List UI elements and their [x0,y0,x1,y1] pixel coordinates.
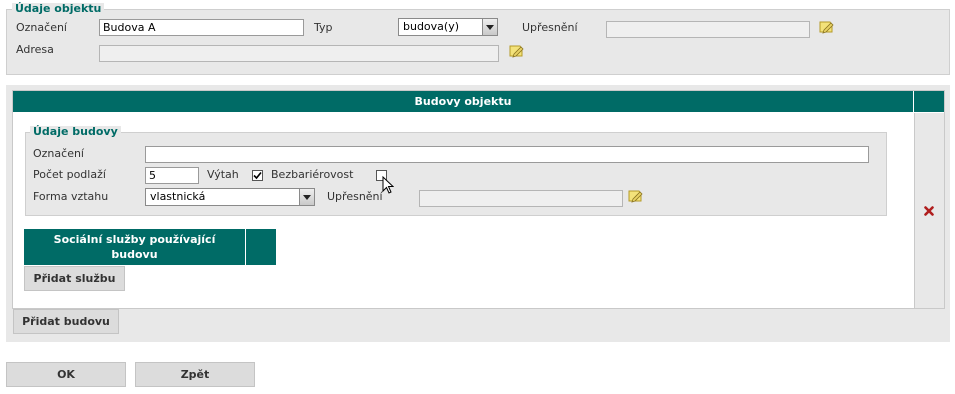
typ-select[interactable]: budova(y) [398,18,498,36]
pridat-budovu-button[interactable]: Přidat budovu [13,309,119,334]
adresa-label: Adresa [16,43,54,56]
chevron-down-icon[interactable] [299,189,314,205]
mouse-cursor-icon [382,176,394,194]
budovy-header-action-cell [914,91,944,112]
pocet-podlazi-input[interactable] [145,167,199,184]
vytah-checkbox[interactable] [252,170,263,181]
vytah-label: Výtah [207,168,239,181]
chevron-down-icon[interactable] [482,19,497,35]
oznaceni-input[interactable] [99,19,304,36]
forma-vztahu-selected-value: vlastnická [150,190,206,203]
upresneni-input[interactable] [606,21,810,38]
budova-oznaceni-label: Označení [33,147,84,160]
pocet-podlazi-label: Počet podlaží [33,168,106,181]
socialni-sluzby-title: Sociální služby používající budovu [53,233,216,261]
checkmark-icon [253,171,262,180]
budova-oznaceni-input[interactable] [145,146,869,163]
budova-upresneni-label: Upřesnění [327,190,383,203]
forma-vztahu-select[interactable]: vlastnická [145,188,315,206]
budovy-objektu-header: Budovy objektu [13,91,913,112]
ok-button[interactable]: OK [6,362,126,387]
note-edit-icon[interactable] [508,44,524,58]
zpet-button[interactable]: Zpět [135,362,255,387]
udaje-budovy-legend: Údaje budovy [30,126,121,138]
udaje-objektu-legend: Údaje objektu [12,3,105,15]
adresa-input[interactable] [99,45,499,62]
bezbarierovost-label: Bezbariérovost [271,168,354,181]
upresneni-label: Upřesnění [522,21,578,34]
note-edit-icon[interactable] [627,189,643,203]
budova-upresneni-input[interactable] [419,190,623,207]
note-edit-icon[interactable] [818,20,834,34]
socialni-sluzby-header: Sociální služby používající budovu [24,229,245,265]
budovy-objektu-title: Budovy objektu [414,95,512,108]
delete-x-icon[interactable] [924,206,934,216]
socialni-sluzby-action-cell [246,229,276,265]
typ-selected-value: budova(y) [403,20,460,33]
forma-vztahu-label: Forma vztahu [33,190,109,203]
typ-label: Typ [314,21,333,34]
pridat-sluzbu-button[interactable]: Přidat službu [24,266,125,291]
oznaceni-label: Označení [16,21,67,34]
